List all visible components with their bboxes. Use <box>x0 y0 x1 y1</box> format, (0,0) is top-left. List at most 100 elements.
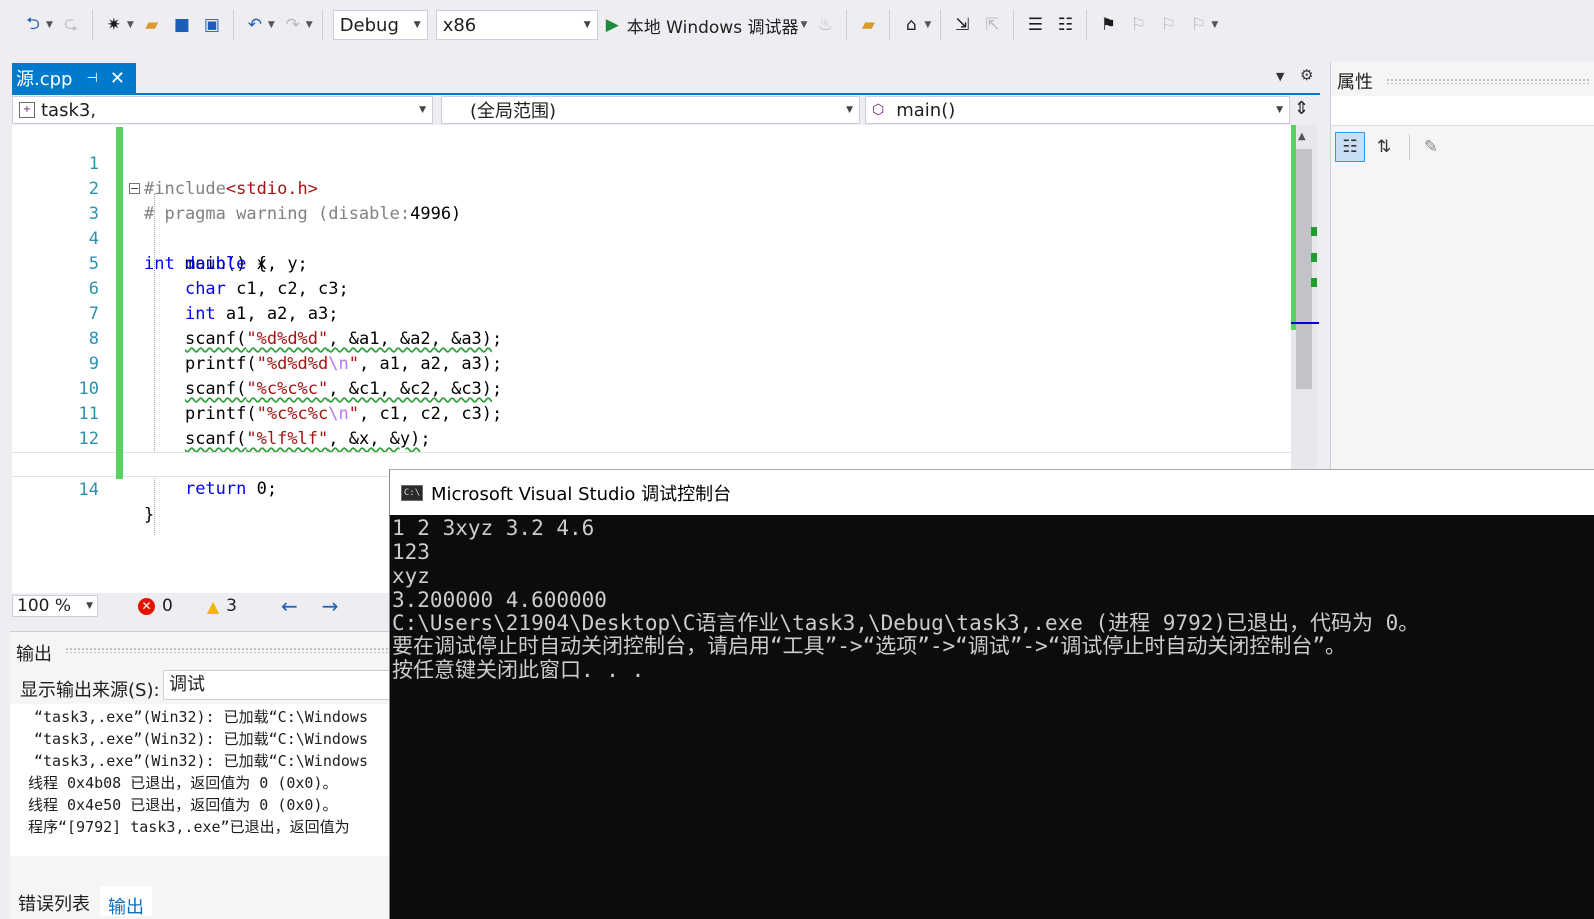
next-bookmark-icon[interactable]: ⚐ <box>1157 11 1179 39</box>
debugger-dropdown-icon[interactable]: ▼ <box>800 20 807 30</box>
redo-dropdown-icon[interactable]: ▼ <box>306 20 313 30</box>
scroll-up-icon[interactable]: ▲ <box>1298 131 1306 142</box>
error-count: 0 <box>162 596 173 616</box>
console-line: 按任意键关闭此窗口. . . <box>392 658 645 682</box>
output-source-select[interactable]: 调试 <box>163 670 390 700</box>
hot-reload-icon[interactable]: ♨ <box>814 11 836 39</box>
properties-object-select[interactable] <box>1331 96 1594 126</box>
scope-select-value: (全局范围) <box>470 101 557 122</box>
chevron-down-icon: ▼ <box>86 601 93 611</box>
toolbar-separator <box>940 10 942 40</box>
uncomment-lines-icon[interactable]: ☷ <box>1054 11 1076 39</box>
console-line: xyz <box>392 564 430 588</box>
panel-grip[interactable] <box>65 647 390 653</box>
toolbar-options-dropdown-icon[interactable]: ▼ <box>1211 20 1218 30</box>
close-icon[interactable]: ✕ <box>110 68 125 89</box>
toolbar-separator <box>1086 10 1088 40</box>
output-source-label: 显示输出来源(S): <box>20 680 160 701</box>
member-select-value: main() <box>896 99 956 121</box>
alphabetical-sort-icon[interactable]: ⇅ <box>1369 132 1399 162</box>
find-in-files-icon[interactable]: ▰ <box>857 11 879 39</box>
scrollbar-change-marker <box>1311 278 1317 287</box>
output-line: 程序“[9792] task3,.exe”已退出，返回值为 <box>28 818 350 836</box>
bookmark-icon[interactable]: ⚑ <box>1097 11 1119 39</box>
undo-dropdown-icon[interactable]: ▼ <box>268 20 275 30</box>
toolbar-separator <box>1013 10 1015 40</box>
scrollbar-change-strip <box>1291 125 1296 330</box>
clear-bookmarks-icon[interactable]: ⚐ <box>1187 11 1209 39</box>
previous-bookmark-icon[interactable]: ⚐ <box>1127 11 1149 39</box>
open-folder-icon[interactable]: ▰ <box>141 11 163 39</box>
output-line: “task3,.exe”(Win32): 已加载“C:\Windows <box>34 708 368 726</box>
output-line: 线程 0x4e50 已退出，返回值为 0 (0x0)。 <box>28 796 338 814</box>
previous-issue-icon[interactable]: ← <box>281 594 298 618</box>
properties-title: 属性 <box>1337 72 1373 93</box>
scrollbar-change-marker <box>1311 227 1317 236</box>
console-title-bar[interactable]: C:\ Microsoft Visual Studio 调试控制台 <box>390 470 1594 515</box>
start-debugging-label: 本地 Windows 调试器 <box>626 17 799 38</box>
warnings-indicator[interactable]: ▲ 3 <box>207 596 237 616</box>
zoom-select[interactable]: 100 % ▼ <box>12 595 98 617</box>
line-text: } <box>144 505 155 525</box>
back-dropdown-icon[interactable]: ▼ <box>46 20 53 30</box>
back-icon[interactable]: ⮌ <box>22 11 44 39</box>
solution-config-select[interactable]: Debug ▼ <box>332 10 428 40</box>
toolbar-separator <box>1409 134 1410 160</box>
tab-output[interactable]: 输出 <box>100 886 152 918</box>
platform-select[interactable]: x86 ▼ <box>435 10 598 40</box>
project-select[interactable]: + task3, ▼ <box>12 96 433 124</box>
console-title: Microsoft Visual Studio 调试控制台 <box>431 483 732 505</box>
collapse-icon[interactable]: − <box>129 183 140 194</box>
scrollbar-change-marker <box>1311 253 1317 262</box>
toolbar-separator <box>232 10 234 40</box>
step-into-icon[interactable]: ⇲ <box>951 11 973 39</box>
chevron-down-icon: ▼ <box>846 105 853 115</box>
document-tab-source[interactable]: 源.cpp ⊣ ✕ <box>12 63 136 93</box>
code-line: 2 # pragma warning (disable:4996) <box>12 152 1291 224</box>
forward-icon[interactable]: ⮎ <box>60 11 82 39</box>
properties-toolbar: ☷ ⇅ ✎ <box>1335 132 1450 162</box>
gear-icon[interactable]: ⚙ <box>1300 66 1313 84</box>
platform-value: x86 <box>442 14 477 36</box>
categorized-icon[interactable]: ☷ <box>1335 132 1365 162</box>
code-line: 3 − int main() { <box>12 177 1291 274</box>
scrollbar-caret-position <box>1291 322 1319 324</box>
wrench-icon[interactable]: ✎ <box>1416 132 1446 162</box>
next-issue-icon[interactable]: → <box>322 594 339 618</box>
chevron-down-icon: ▼ <box>583 20 591 30</box>
output-title: 输出 <box>16 644 52 665</box>
tab-list-dropdown-icon[interactable]: ▼ <box>1276 70 1284 83</box>
code-line: 8 printf("%d%d%d\n", a1, a2, a3); <box>12 302 1291 374</box>
pin-icon[interactable]: ⊣ <box>86 71 97 86</box>
split-window-icon[interactable]: ⇕ <box>1294 98 1309 119</box>
redo-icon[interactable]: ↷ <box>282 11 304 39</box>
new-project-icon[interactable]: ✷ <box>103 11 125 39</box>
output-text[interactable]: “task3,.exe”(Win32): 已加载“C:\Windows “tas… <box>10 704 390 856</box>
code-line: 11 scanf("%lf%lf", &x, &y); <box>12 377 1291 449</box>
console-line: C:\Users\21904\Desktop\C语言作业\task3,\Debu… <box>392 611 1420 635</box>
warning-count: 3 <box>226 596 237 616</box>
panel-grip[interactable] <box>1386 78 1591 84</box>
comment-lines-icon[interactable]: ☰ <box>1024 11 1046 39</box>
new-project-dropdown-icon[interactable]: ▼ <box>127 20 134 30</box>
output-line: 线程 0x4b08 已退出，返回值为 0 (0x0)。 <box>28 774 338 792</box>
errors-indicator[interactable]: ✕ 0 <box>138 596 173 616</box>
error-icon: ✕ <box>138 597 155 615</box>
console-line: 要在调试停止时自动关闭控制台，请启用“工具”->“选项”->“调试”->“调试停… <box>392 634 1346 658</box>
save-icon[interactable]: ■ <box>171 11 193 39</box>
code-line: 13 return 0; <box>12 427 1291 499</box>
home-icon[interactable]: ⌂ <box>900 11 922 39</box>
home-dropdown-icon[interactable]: ▼ <box>924 20 931 30</box>
tab-error-list[interactable]: 错误列表 <box>10 886 98 916</box>
debug-console-window[interactable]: C:\ Microsoft Visual Studio 调试控制台 1 2 3x… <box>389 469 1594 919</box>
code-line: 6 int a1, a2, a3; <box>12 252 1291 324</box>
step-over-icon[interactable]: ⇱ <box>981 11 1003 39</box>
code-line: 10 printf("%c%c%c\n", c1, c2, c3); <box>12 352 1291 424</box>
scrollbar-thumb[interactable] <box>1296 149 1312 389</box>
undo-icon[interactable]: ↶ <box>244 11 266 39</box>
member-select[interactable]: ⬡ main() ▼ <box>865 96 1290 124</box>
toolbar-separator <box>321 10 323 40</box>
save-all-icon[interactable]: ▣ <box>201 11 223 39</box>
scope-select[interactable]: (全局范围) ▼ <box>441 96 860 124</box>
start-debugging-button[interactable]: ▶ 本地 Windows 调试器 <box>606 13 799 38</box>
